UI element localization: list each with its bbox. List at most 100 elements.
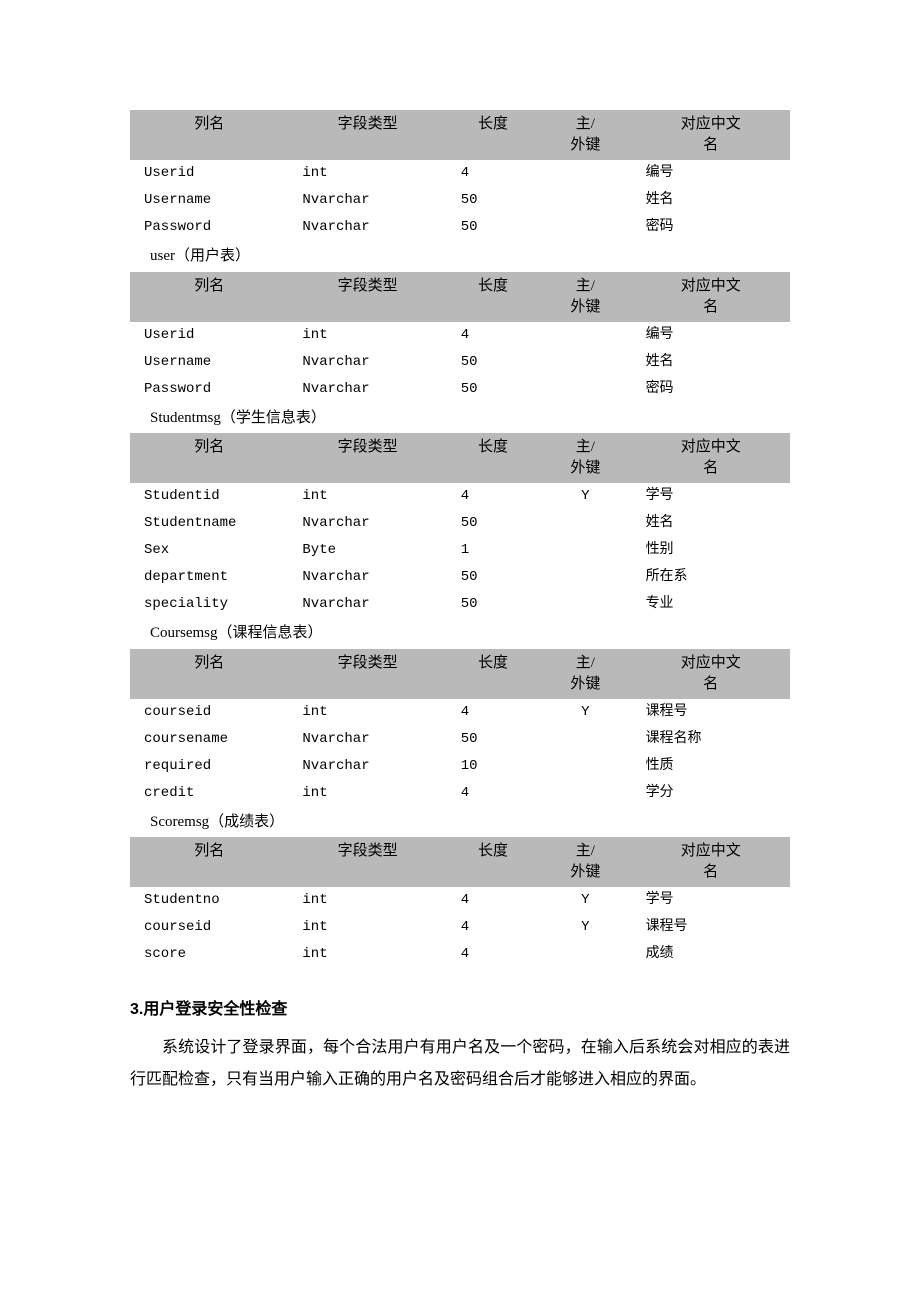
table-cell: Username	[130, 349, 288, 376]
table-cell: 4	[447, 780, 539, 807]
table-cell: 4	[447, 941, 539, 968]
table-cell: 4	[447, 322, 539, 349]
header-chinese-name: 对应中文名	[632, 110, 790, 160]
table-row: coursenameNvarchar50课程名称	[130, 726, 790, 753]
table-row: creditint4 学分	[130, 780, 790, 807]
header-pk-fk: 主/外键	[539, 837, 631, 887]
table-cell: Y	[539, 887, 631, 914]
table-cell: Nvarchar	[288, 753, 446, 780]
table-header-row: 列名字段类型长度主/外键对应中文名	[130, 649, 790, 699]
table-cell: Y	[539, 914, 631, 941]
header-pk-fk: 主/外键	[539, 272, 631, 322]
table-header-row: 列名字段类型长度主/外键对应中文名	[130, 272, 790, 322]
header-chinese-name: 对应中文名	[632, 272, 790, 322]
table-row: UsernameNvarchar50姓名	[130, 349, 790, 376]
schema-table: 列名字段类型长度主/外键对应中文名Useridint4编号UsernameNva…	[130, 110, 790, 241]
table-row: Studentidint4Y学号	[130, 483, 790, 510]
table-cell: Nvarchar	[288, 349, 446, 376]
table-cell	[539, 780, 631, 807]
header-pk-fk: 主/外键	[539, 110, 631, 160]
table-cell: 姓名	[632, 349, 790, 376]
table-cell	[539, 214, 631, 241]
table-header-row: 列名字段类型长度主/外键对应中文名	[130, 837, 790, 887]
table-cell: 50	[447, 591, 539, 618]
table-caption: user（用户表）	[150, 245, 790, 268]
table-header-row: 列名字段类型长度主/外键对应中文名	[130, 433, 790, 483]
table-caption: Scoremsg（成绩表）	[150, 811, 790, 834]
header-pk-fk: 主/外键	[539, 649, 631, 699]
table-row: StudentnameNvarchar50姓名	[130, 510, 790, 537]
header-field-type: 字段类型	[288, 272, 446, 322]
table-row: requiredNvarchar10性质	[130, 753, 790, 780]
table-header: 列名字段类型长度主/外键对应中文名	[130, 837, 790, 887]
table-cell: Nvarchar	[288, 376, 446, 403]
table-cell: Nvarchar	[288, 187, 446, 214]
table-cell	[539, 564, 631, 591]
table-cell	[539, 322, 631, 349]
table-cell: 50	[447, 726, 539, 753]
table-header: 列名字段类型长度主/外键对应中文名	[130, 110, 790, 160]
table-cell: 密码	[632, 376, 790, 403]
table-cell: int	[288, 699, 446, 726]
header-field-type: 字段类型	[288, 110, 446, 160]
table-cell	[539, 376, 631, 403]
table-cell: speciality	[130, 591, 288, 618]
header-length: 长度	[447, 272, 539, 322]
header-col-name: 列名	[130, 110, 288, 160]
header-col-name: 列名	[130, 272, 288, 322]
table-cell: int	[288, 914, 446, 941]
table-cell	[539, 537, 631, 564]
table-cell: 学号	[632, 483, 790, 510]
table-cell: department	[130, 564, 288, 591]
table-body: Studentnoint4Y学号courseidint4Y课程号scoreint…	[130, 887, 790, 968]
header-col-name: 列名	[130, 649, 288, 699]
table-header: 列名字段类型长度主/外键对应中文名	[130, 272, 790, 322]
table-cell: 课程号	[632, 914, 790, 941]
table-cell: Username	[130, 187, 288, 214]
table-cell: Studentno	[130, 887, 288, 914]
table-cell: int	[288, 322, 446, 349]
section-heading: 3.用户登录安全性检查	[130, 998, 790, 1022]
schema-table: 列名字段类型长度主/外键对应中文名Useridint4编号UsernameNva…	[130, 272, 790, 403]
table-cell	[539, 187, 631, 214]
table-cell	[539, 160, 631, 187]
table-cell: Nvarchar	[288, 510, 446, 537]
table-cell: 4	[447, 887, 539, 914]
table-cell: Studentid	[130, 483, 288, 510]
header-chinese-name: 对应中文名	[632, 649, 790, 699]
table-cell: Byte	[288, 537, 446, 564]
schema-table: 列名字段类型长度主/外键对应中文名courseidint4Y课程号coursen…	[130, 649, 790, 807]
table-cell: 成绩	[632, 941, 790, 968]
table-cell: Nvarchar	[288, 726, 446, 753]
table-cell: 密码	[632, 214, 790, 241]
schema-table: 列名字段类型长度主/外键对应中文名Studentidint4Y学号Student…	[130, 433, 790, 618]
table-cell: Studentname	[130, 510, 288, 537]
table-cell: 50	[447, 510, 539, 537]
table-row: SexByte1性别	[130, 537, 790, 564]
table-cell: 10	[447, 753, 539, 780]
table-header-row: 列名字段类型长度主/外键对应中文名	[130, 110, 790, 160]
table-header: 列名字段类型长度主/外键对应中文名	[130, 649, 790, 699]
table-caption: Coursemsg（课程信息表）	[150, 622, 790, 645]
table-cell: 编号	[632, 160, 790, 187]
table-cell: int	[288, 483, 446, 510]
header-chinese-name: 对应中文名	[632, 837, 790, 887]
table-cell	[539, 726, 631, 753]
table-cell: 性质	[632, 753, 790, 780]
table-cell: 课程号	[632, 699, 790, 726]
table-cell: credit	[130, 780, 288, 807]
table-body: Useridint4编号UsernameNvarchar50姓名Password…	[130, 160, 790, 241]
table-caption: Studentmsg（学生信息表）	[150, 407, 790, 430]
table-cell: int	[288, 780, 446, 807]
table-cell: 50	[447, 214, 539, 241]
table-header: 列名字段类型长度主/外键对应中文名	[130, 433, 790, 483]
table-cell: int	[288, 887, 446, 914]
table-row: Useridint4编号	[130, 160, 790, 187]
header-field-type: 字段类型	[288, 837, 446, 887]
table-cell: 1	[447, 537, 539, 564]
table-cell: 课程名称	[632, 726, 790, 753]
table-cell: 学分	[632, 780, 790, 807]
header-col-name: 列名	[130, 837, 288, 887]
table-row: Useridint4编号	[130, 322, 790, 349]
body-paragraph: 系统设计了登录界面，每个合法用户有用户名及一个密码，在输入后系统会对相应的表进行…	[130, 1032, 790, 1096]
